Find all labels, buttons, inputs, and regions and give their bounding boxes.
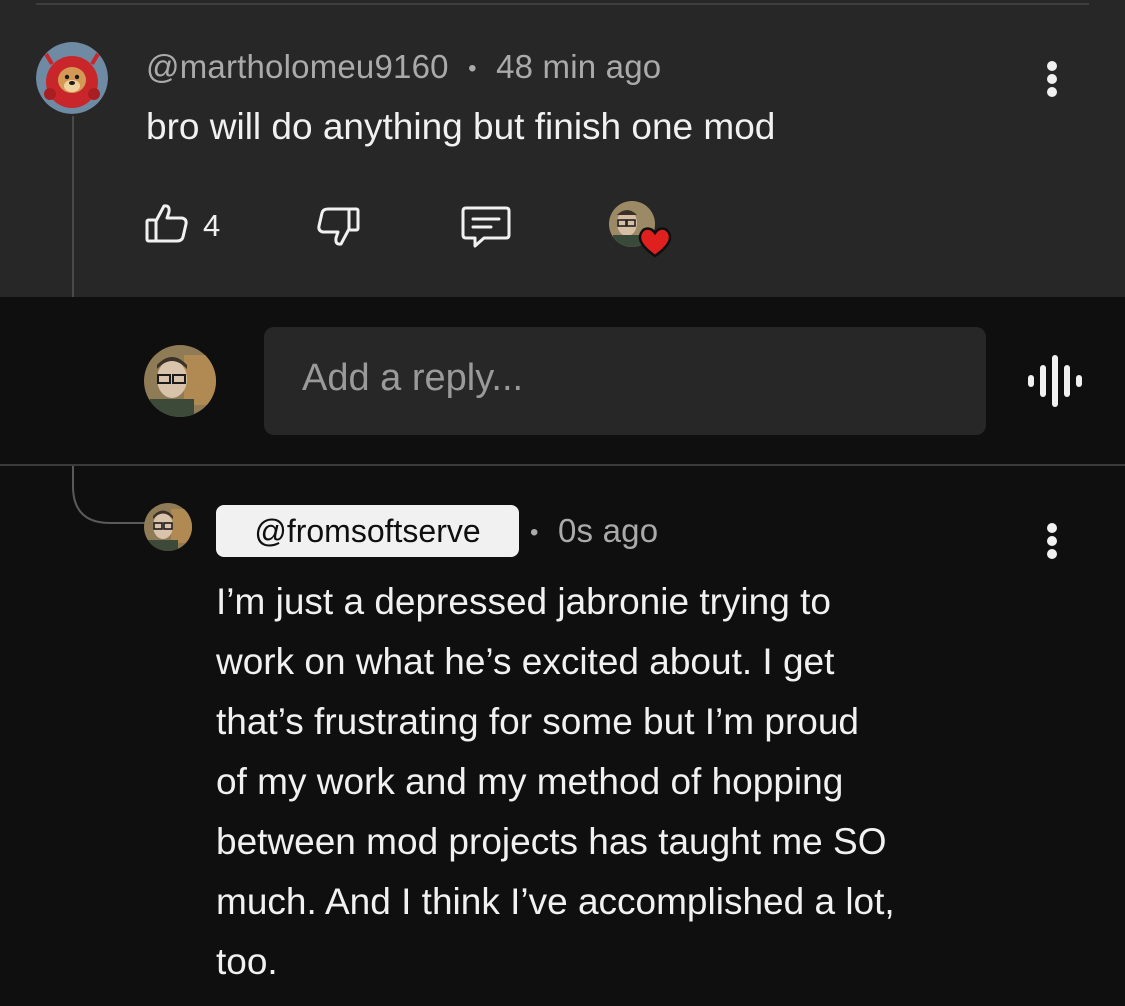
user-avatar[interactable] xyxy=(144,345,216,417)
reply-author: @fromsoftserve xyxy=(254,512,481,549)
reply-line: much. And I think I’ve accomplished a lo… xyxy=(216,881,895,922)
comment-header: @martholomeu9160 • 48 min ago xyxy=(146,48,661,86)
voice-search-icon[interactable] xyxy=(1025,353,1085,409)
reply-placeholder: Add a reply... xyxy=(302,357,524,399)
comment-author[interactable]: @martholomeu9160 xyxy=(146,48,449,85)
reply-meta: • 0s ago xyxy=(530,512,658,550)
like-count: 4 xyxy=(203,208,221,243)
more-vert-icon[interactable] xyxy=(1046,61,1058,97)
reply-connector xyxy=(72,466,152,526)
thumbs-up-icon[interactable] xyxy=(144,200,190,246)
comment-time[interactable]: 48 min ago xyxy=(496,48,661,85)
reply-line: work on what he’s excited about. I get xyxy=(216,641,835,682)
comment-text: bro will do anything but finish one mod xyxy=(146,106,776,147)
meta-separator: • xyxy=(468,55,477,83)
thumbs-down-icon[interactable] xyxy=(315,205,361,251)
reply-author-avatar[interactable] xyxy=(144,503,192,551)
reply-line: too. xyxy=(216,941,278,982)
reply-line: I’m just a depressed jabronie trying to xyxy=(216,581,831,622)
section-divider xyxy=(0,464,1125,466)
commenter-avatar[interactable] xyxy=(36,42,108,114)
reply-text: I’m just a depressed jabronie trying to … xyxy=(216,572,1056,992)
reply-icon[interactable] xyxy=(460,204,512,250)
comment-panel xyxy=(0,0,1125,297)
reply-author-chip[interactable]: @fromsoftserve xyxy=(216,505,519,557)
creator-heart-icon xyxy=(637,225,673,259)
reply-line: of my work and my method of hopping xyxy=(216,761,844,802)
reply-more-vert-icon[interactable] xyxy=(1046,523,1058,559)
thread-line xyxy=(72,116,74,297)
top-divider xyxy=(36,3,1089,5)
reply-line: that’s frustrating for some but I’m prou… xyxy=(216,701,860,742)
reply-line: between mod projects has taught me SO xyxy=(216,821,887,862)
reply-meta-separator: • xyxy=(530,519,539,547)
reply-time[interactable]: 0s ago xyxy=(558,512,658,549)
